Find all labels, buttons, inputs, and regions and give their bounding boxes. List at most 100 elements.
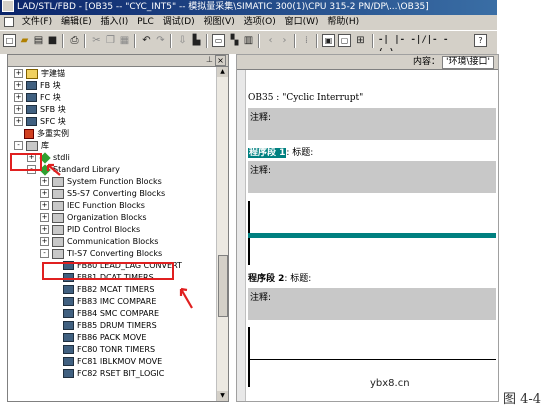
expand-icon[interactable]: + [40, 189, 49, 198]
tree-item[interactable]: FC80 TONR TIMERS [53, 344, 155, 355]
expand-icon[interactable]: + [14, 69, 23, 78]
tree-item[interactable]: + FB 块 [14, 80, 61, 91]
tree-item[interactable]: FB82 MCAT TIMERS [53, 284, 154, 295]
blk-icon [26, 105, 37, 114]
menu-file[interactable]: 文件(F) [19, 15, 55, 30]
document-icon[interactable] [4, 16, 14, 27]
print-icon[interactable]: ⎙ [68, 34, 81, 47]
expand-icon[interactable]: + [40, 177, 49, 186]
tree-scrollbar[interactable]: ▲ ▼ [216, 67, 228, 401]
open-icon[interactable]: ▰ [18, 34, 31, 47]
split-icon[interactable]: › [278, 34, 291, 47]
comment-label: 注释: [250, 113, 272, 123]
tree-item[interactable]: FB83 IMC COMPARE [53, 296, 156, 307]
download-icon[interactable]: ⇩ [176, 34, 189, 47]
tree-item-label: 库 [41, 141, 49, 150]
expand-icon[interactable]: + [14, 93, 23, 102]
tree-item[interactable]: FB86 PACK MOVE [53, 332, 146, 343]
copy-icon[interactable]: ❐ [104, 34, 117, 47]
expand-icon[interactable]: + [40, 213, 49, 222]
menu-options[interactable]: 选项(O) [241, 15, 279, 30]
toolbar: □ ▰ ▤ ■ ⎙ ✂ ❐ ▦ ↶ ↷ ⇩ ▙ ▭ ▚ ▥ ‹ › ⁞ ▣ ▢ … [0, 30, 497, 52]
tree-item[interactable]: + IEC Function Blocks [40, 200, 145, 211]
cut-icon[interactable]: ✂ [90, 34, 103, 47]
network-2-rung[interactable] [248, 359, 496, 360]
tree-item[interactable]: + FC 块 [14, 92, 61, 103]
expand-icon[interactable]: + [40, 237, 49, 246]
tree-item[interactable]: + 宇建锚 [14, 68, 65, 79]
tree-item-label: TI-S7 Converting Blocks [67, 249, 163, 258]
catalog-icon[interactable]: ▤ [32, 34, 45, 47]
network-1-comment[interactable]: 注释: [248, 161, 496, 193]
network-1-rung[interactable] [248, 233, 496, 238]
save-icon[interactable]: ■ [46, 34, 59, 47]
window-icon[interactable]: ⁞ [300, 34, 313, 47]
tree-item[interactable]: + PID Control Blocks [40, 224, 140, 235]
app-icon [2, 0, 14, 12]
paste-icon[interactable]: ▦ [118, 34, 131, 47]
menu-edit[interactable]: 编辑(E) [58, 15, 95, 30]
folder-icon [26, 68, 38, 79]
tree-item-label: System Function Blocks [67, 177, 162, 186]
expand-icon[interactable]: + [40, 201, 49, 210]
lib-icon [52, 212, 64, 223]
compile-icon[interactable]: ▥ [242, 34, 255, 47]
expand-icon[interactable]: + [40, 225, 49, 234]
tree-item[interactable]: 多重实例 [14, 128, 69, 139]
expand-icon[interactable]: + [14, 81, 23, 90]
menu-debug[interactable]: 调试(D) [160, 15, 198, 30]
menu-insert[interactable]: 插入(I) [98, 15, 132, 30]
monitor-icon[interactable]: ▙ [190, 34, 203, 47]
menu-help[interactable]: 帮助(H) [324, 15, 362, 30]
tree-item[interactable]: -库 [14, 140, 49, 151]
tree-item-label: FB84 SMC COMPARE [77, 309, 160, 318]
layout-icon[interactable]: ▣ [322, 34, 335, 47]
redo-icon[interactable]: ↷ [154, 34, 167, 47]
tree-item[interactable]: FB84 SMC COMPARE [53, 308, 159, 319]
scroll-down-icon[interactable]: ▼ [217, 391, 228, 401]
tree-item[interactable]: + SFB 块 [14, 104, 66, 115]
tree-item[interactable]: FB85 DRUM TIMERS [53, 320, 157, 331]
collapse-icon[interactable]: - [14, 141, 23, 150]
program-elements-pane: ⊥ × + 宇建锚 + FB 块 + FC 块 + SFB 块 + SFC 块多重实例 - 库 + std… [7, 54, 229, 402]
network-2-comment[interactable]: 注释: [248, 288, 496, 320]
pin-icon[interactable]: ⊥ [205, 55, 214, 64]
scroll-up-icon[interactable]: ▲ [217, 67, 228, 77]
tree-item[interactable]: + SFC 块 [14, 116, 66, 127]
network-2-title[interactable]: 程序段 2: 标题: [248, 271, 311, 284]
tree-item[interactable]: - TI-S7 Converting Blocks [40, 248, 162, 259]
ladder-icon[interactable]: ⊞ [354, 34, 367, 47]
comment-label: 注释: [250, 166, 272, 176]
expand-icon[interactable]: + [14, 117, 23, 126]
tree-item-label: 多重实例 [37, 129, 69, 138]
scrollbar-thumb[interactable] [218, 255, 228, 317]
box-icon[interactable]: ? [474, 34, 487, 47]
content-indicator: 内容： '环境\接口' [413, 55, 494, 69]
overview-icon[interactable]: ▭ [212, 34, 225, 47]
menu-view[interactable]: 视图(V) [201, 15, 238, 30]
blk-icon [26, 81, 37, 90]
menu-plc[interactable]: PLC [134, 15, 157, 30]
network-icon[interactable]: ▚ [228, 34, 241, 47]
tree-item[interactable]: FC82 RSET BIT_LOGIC [53, 368, 164, 379]
close-icon[interactable]: × [215, 55, 226, 66]
tree-item[interactable]: + Organization Blocks [40, 212, 147, 223]
toolbar-separator [258, 34, 260, 48]
undo-icon[interactable]: ↶ [140, 34, 153, 47]
contact-toolbar-group[interactable]: -| |- -|/|- -( ) [378, 34, 450, 51]
tree-item[interactable]: FC81 IBLKMOV MOVE [53, 356, 162, 367]
blk-icon [63, 321, 74, 330]
layout-alt-icon[interactable]: ▢ [338, 34, 351, 47]
help-icon[interactable]: ‹ [264, 34, 277, 47]
blk-icon [26, 117, 37, 126]
block-comment[interactable]: 注释: [248, 108, 496, 140]
network-1-title[interactable]: 程序段 1: 标题: [248, 145, 313, 158]
tree-item[interactable]: + System Function Blocks [40, 176, 162, 187]
tree-item[interactable]: + S5-S7 Converting Blocks [40, 188, 165, 199]
menu-window[interactable]: 窗口(W) [282, 15, 322, 30]
new-icon[interactable]: □ [3, 34, 16, 47]
expand-icon[interactable]: + [14, 105, 23, 114]
collapse-icon[interactable]: - [40, 249, 49, 258]
tree-item[interactable]: + Communication Blocks [40, 236, 158, 247]
content-value[interactable]: '环境\接口' [442, 56, 494, 69]
